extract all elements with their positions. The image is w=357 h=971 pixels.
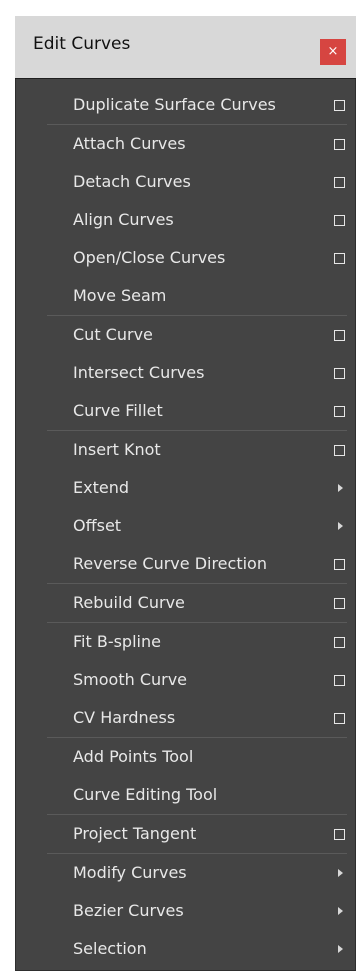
submenu-arrow-icon bbox=[338, 945, 343, 953]
screenshot-background: Edit Curves × Duplicate Surface Curves At… bbox=[0, 0, 357, 971]
menu-item-selection[interactable]: Selection bbox=[33, 930, 355, 968]
menu-item-open-close-curves[interactable]: Open/Close Curves bbox=[33, 239, 355, 277]
menu-item-insert-knot[interactable]: Insert Knot bbox=[33, 431, 355, 469]
option-box-icon[interactable] bbox=[334, 406, 345, 417]
menu-item-rebuild-curve[interactable]: Rebuild Curve bbox=[33, 584, 355, 622]
menu-item-label: CV Hardness bbox=[73, 708, 176, 727]
menu-item-label: Project Tangent bbox=[73, 824, 197, 843]
menu-item-attach-curves[interactable]: Attach Curves bbox=[33, 125, 355, 163]
option-box-icon[interactable] bbox=[334, 637, 345, 648]
menu-item-modify-curves[interactable]: Modify Curves bbox=[33, 854, 355, 892]
option-box-icon[interactable] bbox=[334, 100, 345, 111]
menu-item-cut-curve[interactable]: Cut Curve bbox=[33, 316, 355, 354]
submenu-arrow-icon bbox=[338, 869, 343, 877]
window-title: Edit Curves bbox=[33, 34, 131, 54]
menu-item-label: Align Curves bbox=[73, 210, 174, 229]
menu-item-reverse-curve-direction[interactable]: Reverse Curve Direction bbox=[33, 545, 355, 583]
menu-item-label: Bezier Curves bbox=[73, 901, 184, 920]
option-box-icon[interactable] bbox=[334, 253, 345, 264]
menu-item-label: Insert Knot bbox=[73, 440, 161, 459]
menu-item-label: Curve Editing Tool bbox=[73, 785, 218, 804]
menu-item-label: Modify Curves bbox=[73, 863, 187, 882]
option-box-icon[interactable] bbox=[334, 368, 345, 379]
menu-item-curve-fillet[interactable]: Curve Fillet bbox=[33, 392, 355, 430]
menu-item-offset[interactable]: Offset bbox=[33, 507, 355, 545]
submenu-arrow-icon bbox=[338, 522, 343, 530]
menu-item-intersect-curves[interactable]: Intersect Curves bbox=[33, 354, 355, 392]
menu-item-extend[interactable]: Extend bbox=[33, 469, 355, 507]
option-box-icon[interactable] bbox=[334, 445, 345, 456]
menu-item-label: Move Seam bbox=[73, 286, 167, 305]
menu-item-label: Reverse Curve Direction bbox=[73, 554, 267, 573]
option-box-icon[interactable] bbox=[334, 713, 345, 724]
menu-list: Duplicate Surface Curves Attach Curves Det… bbox=[33, 86, 355, 968]
option-box-icon[interactable] bbox=[334, 139, 345, 150]
menu-item-duplicate-surface-curves[interactable]: Duplicate Surface Curves bbox=[33, 86, 355, 124]
menu-item-label: Curve Fillet bbox=[73, 401, 163, 420]
menu-item-label: Attach Curves bbox=[73, 134, 186, 153]
menu-item-label: Open/Close Curves bbox=[73, 248, 226, 267]
submenu-arrow-icon bbox=[338, 907, 343, 915]
option-box-icon[interactable] bbox=[334, 598, 345, 609]
option-box-icon[interactable] bbox=[334, 215, 345, 226]
submenu-arrow-icon bbox=[338, 484, 343, 492]
option-box-icon[interactable] bbox=[334, 559, 345, 570]
menu-item-curve-editing-tool[interactable]: Curve Editing Tool bbox=[33, 776, 355, 814]
edit-curves-menu-window: Edit Curves × Duplicate Surface Curves At… bbox=[15, 16, 356, 971]
menu-item-smooth-curve[interactable]: Smooth Curve bbox=[33, 661, 355, 699]
menu-item-move-seam[interactable]: Move Seam bbox=[33, 277, 355, 315]
menu-item-label: Extend bbox=[73, 478, 129, 497]
option-box-icon[interactable] bbox=[334, 177, 345, 188]
menu-item-label: Rebuild Curve bbox=[73, 593, 185, 612]
menu-item-label: Offset bbox=[73, 516, 122, 535]
menu-item-label: Selection bbox=[73, 939, 147, 958]
menu-item-fit-b-spline[interactable]: Fit B-spline bbox=[33, 623, 355, 661]
menu-item-label: Add Points Tool bbox=[73, 747, 194, 766]
menu-item-label: Intersect Curves bbox=[73, 363, 205, 382]
title-bar[interactable]: Edit Curves × bbox=[15, 16, 356, 79]
menu-item-detach-curves[interactable]: Detach Curves bbox=[33, 163, 355, 201]
menu-item-cv-hardness[interactable]: CV Hardness bbox=[33, 699, 355, 737]
menu-item-label: Smooth Curve bbox=[73, 670, 188, 689]
menu-item-label: Cut Curve bbox=[73, 325, 153, 344]
option-box-icon[interactable] bbox=[334, 829, 345, 840]
menu-item-bezier-curves[interactable]: Bezier Curves bbox=[33, 892, 355, 930]
option-box-icon[interactable] bbox=[334, 675, 345, 686]
menu-item-align-curves[interactable]: Align Curves bbox=[33, 201, 355, 239]
menu-item-label: Duplicate Surface Curves bbox=[73, 95, 276, 114]
option-box-icon[interactable] bbox=[334, 330, 345, 341]
menu-item-add-points-tool[interactable]: Add Points Tool bbox=[33, 738, 355, 776]
menu-item-project-tangent[interactable]: Project Tangent bbox=[33, 815, 355, 853]
menu-item-label: Detach Curves bbox=[73, 172, 191, 191]
close-button[interactable]: × bbox=[320, 39, 346, 65]
menu-item-label: Fit B-spline bbox=[73, 632, 161, 651]
